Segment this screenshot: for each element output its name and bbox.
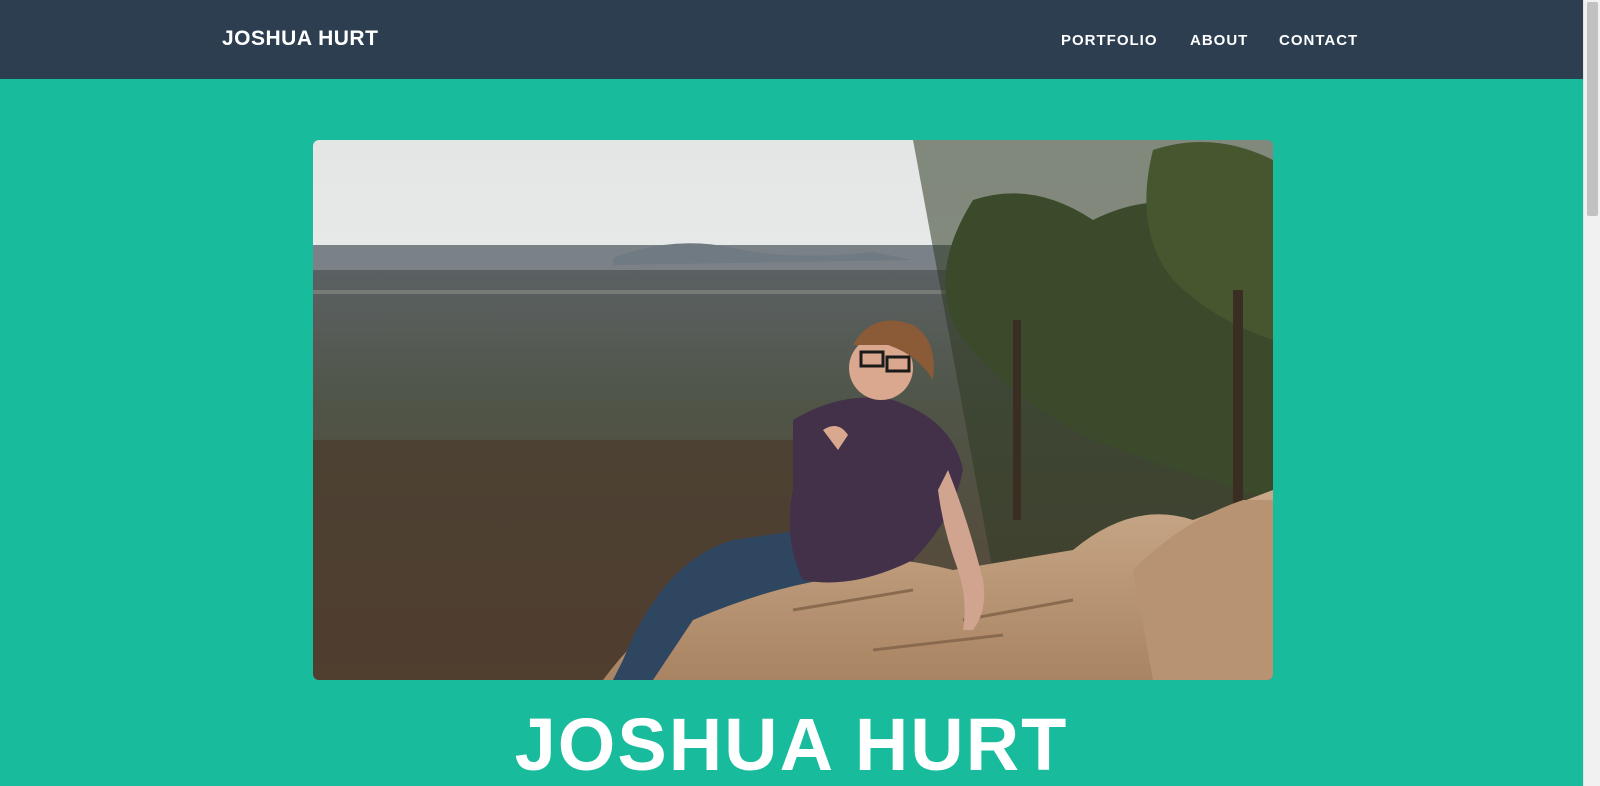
nav-link-contact[interactable]: CONTACT	[1279, 32, 1358, 49]
scrollbar-thumb[interactable]	[1587, 2, 1598, 216]
nav-link-portfolio[interactable]: PORTFOLIO	[1061, 32, 1158, 49]
navbar: JOSHUA HURT PORTFOLIO ABOUT CONTACT	[0, 0, 1583, 79]
hero-photo-image	[313, 140, 1273, 680]
hero-title: JOSHUA HURT	[514, 703, 1069, 786]
nav-links: PORTFOLIO ABOUT CONTACT	[0, 32, 1583, 52]
page-scrollbar[interactable]	[1583, 0, 1600, 786]
hero-photo	[313, 140, 1273, 680]
nav-link-about[interactable]: ABOUT	[1190, 32, 1248, 49]
